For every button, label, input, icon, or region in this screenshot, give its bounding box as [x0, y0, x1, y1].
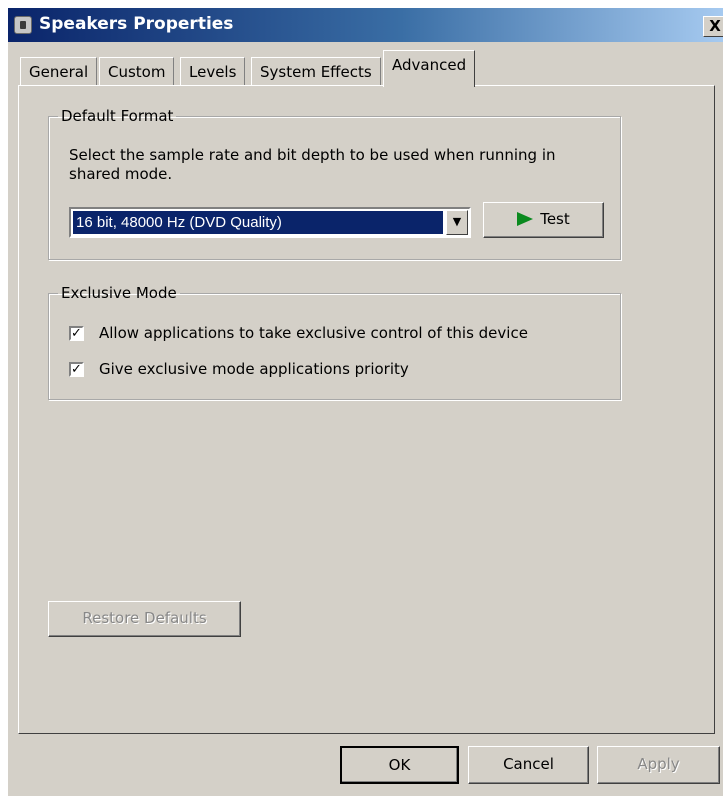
tab-general[interactable]: General [20, 57, 98, 85]
close-button[interactable]: X [703, 16, 723, 37]
chevron-down-icon[interactable]: ▼ [446, 210, 468, 235]
apply-button[interactable]: Apply [597, 746, 720, 784]
test-button[interactable]: Test [483, 202, 604, 238]
play-icon [517, 212, 534, 226]
ok-button[interactable]: OK [340, 746, 459, 784]
allow-exclusive-control-label[interactable]: Allow applications to take exclusive con… [99, 324, 528, 342]
tab-strip: General Custom Levels System Effects Adv… [20, 50, 700, 87]
restore-defaults-button[interactable]: Restore Defaults [48, 601, 241, 637]
sample-rate-selected-value[interactable]: 16 bit, 48000 Hz (DVD Quality) [73, 211, 443, 234]
tab-advanced[interactable]: Advanced [383, 50, 476, 87]
exclusive-priority-label[interactable]: Give exclusive mode applications priorit… [99, 360, 409, 378]
test-button-label: Test [540, 210, 570, 228]
allow-exclusive-control-checkbox[interactable]: ✓ [69, 326, 84, 341]
sample-rate-dropdown[interactable]: 16 bit, 48000 Hz (DVD Quality) ▼ [69, 207, 471, 238]
window-title: Speakers Properties [39, 14, 234, 34]
speaker-icon [14, 16, 32, 34]
default-format-description: Select the sample rate and bit depth to … [69, 146, 556, 183]
title-bar[interactable]: Speakers Properties X [8, 8, 723, 42]
cancel-button[interactable]: Cancel [468, 746, 589, 784]
tab-levels[interactable]: Levels [180, 57, 246, 85]
exclusive-mode-group: Exclusive Mode [48, 284, 621, 400]
default-format-legend: Default Format [61, 107, 174, 125]
exclusive-priority-checkbox[interactable]: ✓ [69, 362, 84, 377]
exclusive-mode-legend: Exclusive Mode [61, 284, 177, 302]
tab-custom[interactable]: Custom [99, 57, 175, 85]
tab-system-effects[interactable]: System Effects [251, 57, 381, 85]
